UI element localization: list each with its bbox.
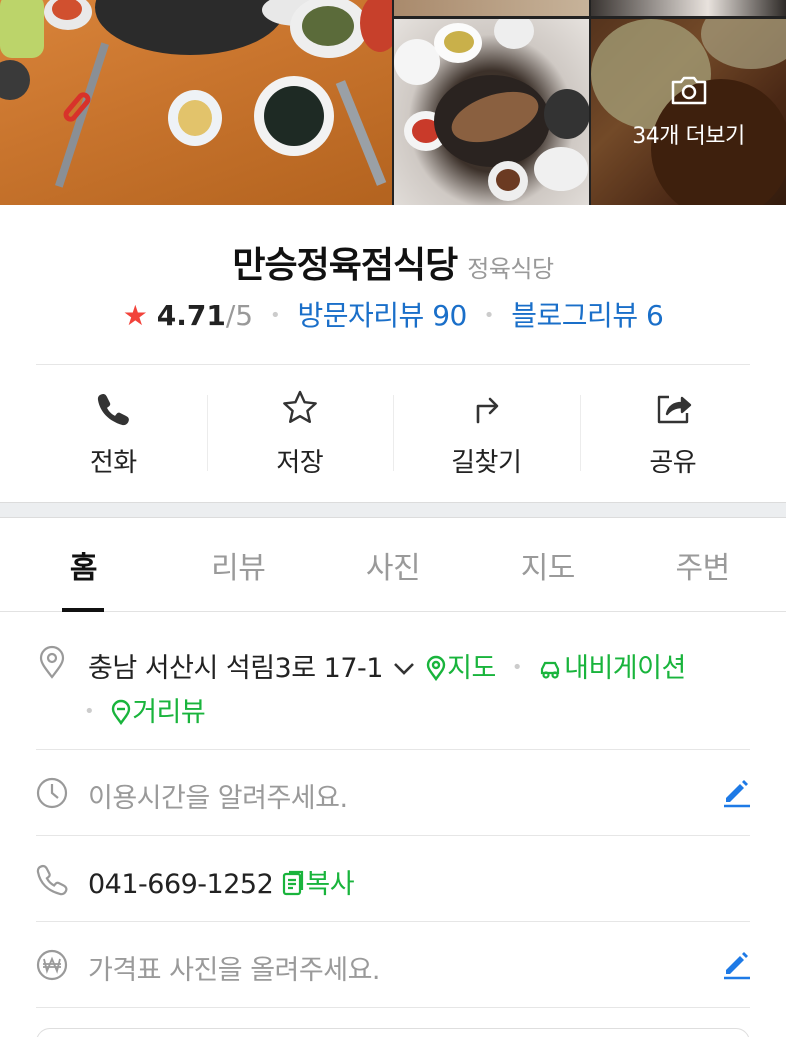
car-icon xyxy=(538,657,564,688)
street-view-link-label: 거리뷰 xyxy=(132,697,206,728)
phone-number[interactable]: 041-669-1252 xyxy=(88,869,274,900)
photo-gallery: 34개 더보기 xyxy=(0,0,786,205)
photo-thumb-top-2[interactable] xyxy=(394,0,589,16)
address-text[interactable]: 충남 서산시 석림3로 17-1 xyxy=(88,653,383,684)
divider xyxy=(36,749,750,750)
call-button[interactable]: 전화 xyxy=(20,365,207,501)
divider xyxy=(36,1007,750,1008)
rating-value: 4.71 xyxy=(156,299,226,332)
save-label: 저장 xyxy=(276,447,324,478)
place-title-row: 만승정육점식당 정육식당 xyxy=(0,236,786,288)
directions-icon xyxy=(466,388,506,432)
street-view-link[interactable]: 거리뷰 xyxy=(110,697,206,728)
map-link-label: 지도 xyxy=(447,653,496,684)
street-view-row: • 거리뷰 xyxy=(84,690,206,732)
rating-star-icon: ★ xyxy=(122,299,148,332)
navigation-link[interactable]: 내비게이션 xyxy=(538,653,686,684)
price-placeholder[interactable]: 가격표 사진을 올려주세요. xyxy=(88,948,381,987)
phone-row: 041-669-1252 복사 xyxy=(88,862,355,904)
place-category: 정육식당 xyxy=(467,255,554,283)
tab-home[interactable]: 홈 xyxy=(6,519,161,611)
tab-bar: 홈 리뷰 사진 지도 주변 xyxy=(0,519,786,612)
copy-icon xyxy=(281,869,305,904)
next-section-card xyxy=(36,1028,750,1037)
rating-max: /5 xyxy=(225,299,254,332)
visitor-reviews-link[interactable]: 방문자리뷰 90 xyxy=(298,299,468,332)
location-pin-icon xyxy=(34,644,70,680)
more-photos-label: 34개 더보기 xyxy=(632,124,745,149)
address-row: 충남 서산시 석림3로 17-1 지도 • 내비게이션 xyxy=(88,646,686,688)
separator-dot: • xyxy=(483,305,495,326)
chevron-down-icon[interactable] xyxy=(391,655,417,688)
clock-icon xyxy=(34,775,70,811)
edit-price-pencil-icon[interactable] xyxy=(720,948,752,980)
map-link[interactable]: 지도 xyxy=(425,653,504,684)
won-currency-icon xyxy=(34,947,70,983)
photo-main[interactable] xyxy=(0,0,392,205)
phone-icon xyxy=(93,388,133,432)
directions-label: 길찾기 xyxy=(451,447,522,478)
separator-dot: • xyxy=(84,701,95,722)
more-photos-button[interactable]: 34개 더보기 xyxy=(591,19,786,205)
map-pin-icon xyxy=(425,655,447,688)
section-divider xyxy=(0,502,786,518)
share-icon xyxy=(653,388,693,432)
copy-label: 복사 xyxy=(305,869,355,900)
blog-reviews-link[interactable]: 블로그리뷰 6 xyxy=(511,299,664,332)
tab-map[interactable]: 지도 xyxy=(470,519,625,611)
photo-thumb-top-3[interactable] xyxy=(591,0,786,16)
copy-button[interactable]: 복사 xyxy=(281,869,355,900)
divider xyxy=(36,835,750,836)
save-button[interactable]: 저장 xyxy=(206,365,394,501)
rating-row: ★ 4.71/5 • 방문자리뷰 90 • 블로그리뷰 6 xyxy=(0,294,786,334)
tab-nearby[interactable]: 주변 xyxy=(625,519,780,611)
separator-dot: • xyxy=(511,657,523,678)
share-label: 공유 xyxy=(649,447,697,478)
share-button[interactable]: 공유 xyxy=(579,365,767,501)
photo-thumb-fish[interactable] xyxy=(394,19,589,205)
separator-dot: • xyxy=(269,305,281,326)
place-detail-page: 34개 더보기 만승정육점식당 정육식당 ★ 4.71/5 • 방문자리뷰 90 … xyxy=(0,0,786,1037)
edit-hours-pencil-icon[interactable] xyxy=(720,776,752,808)
phone-outline-icon xyxy=(34,861,70,897)
navigation-link-label: 내비게이션 xyxy=(564,653,686,684)
place-name: 만승정육점식당 xyxy=(232,245,458,286)
divider xyxy=(36,921,750,922)
directions-button[interactable]: 길찾기 xyxy=(393,365,580,501)
star-icon xyxy=(280,388,320,432)
camera-icon xyxy=(670,74,708,110)
tab-photos[interactable]: 사진 xyxy=(316,519,471,611)
action-bar: 전화 저장 길찾기 공유 xyxy=(20,365,766,501)
call-label: 전화 xyxy=(89,447,137,478)
tab-reviews[interactable]: 리뷰 xyxy=(161,519,316,611)
street-view-pin-icon xyxy=(110,699,132,732)
hours-placeholder[interactable]: 이용시간을 알려주세요. xyxy=(88,776,348,815)
